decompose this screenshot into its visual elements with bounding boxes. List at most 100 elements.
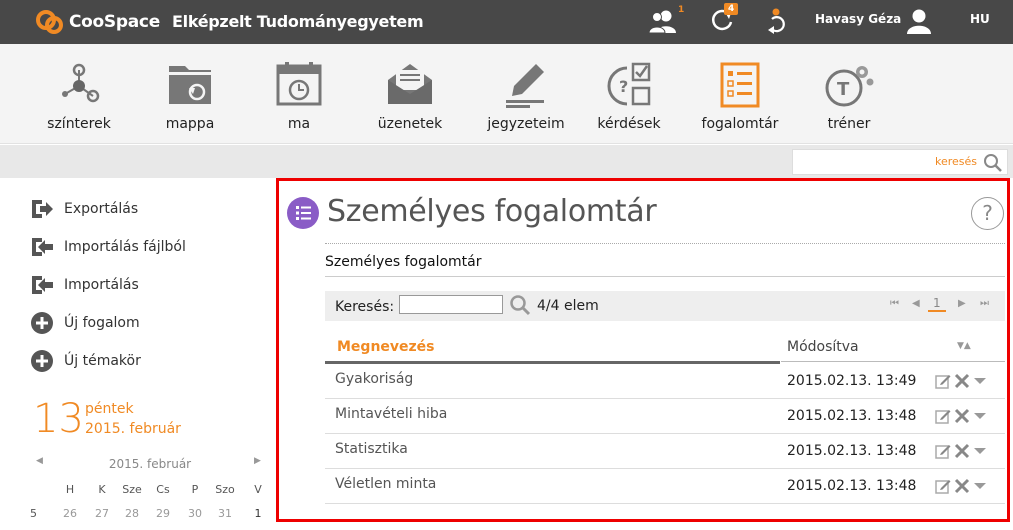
- sidebar-item-label: Importálás fájlból: [64, 239, 186, 255]
- search-label: keresés: [934, 155, 977, 168]
- glossary-name: Személyes fogalomtár: [325, 254, 482, 270]
- last-page-icon[interactable]: ⏭: [980, 298, 989, 309]
- sidebar-item-new-topic[interactable]: Új témakör: [30, 349, 141, 373]
- delete-icon[interactable]: [954, 408, 970, 424]
- prev-page-icon[interactable]: ◀: [912, 298, 920, 309]
- calendar-cell[interactable]: 27: [86, 507, 118, 520]
- envelope-icon: [388, 64, 432, 104]
- table-row[interactable]: Mintavételi hiba 2015.02.13. 13:48: [325, 399, 1005, 434]
- calendar-next-icon[interactable]: ▶: [254, 456, 261, 466]
- tool-trener[interactable]: T tréner: [799, 44, 899, 144]
- app-name: CooSpace: [69, 12, 160, 32]
- term-name[interactable]: Véletlen minta: [335, 476, 436, 492]
- tool-fogalomtar[interactable]: fogalomtár: [690, 44, 790, 144]
- notifications-button[interactable]: [762, 6, 790, 36]
- tool-uzenetek[interactable]: üzenetek: [360, 44, 460, 144]
- app-logo[interactable]: CooSpace: [36, 8, 160, 36]
- sidebar-item-import[interactable]: Importálás: [30, 273, 139, 297]
- calendar-cell[interactable]: 30: [179, 507, 211, 520]
- tool-mappa[interactable]: mappa: [140, 44, 240, 144]
- svg-text:T: T: [837, 79, 850, 100]
- profile-button[interactable]: [905, 6, 933, 36]
- column-header-modified[interactable]: Módosítva: [787, 339, 859, 355]
- sidebar-item-label: Új fogalom: [64, 315, 140, 331]
- delete-icon[interactable]: [954, 373, 970, 389]
- glossary-title-icon: [287, 197, 319, 229]
- sidebar-item-label: Exportálás: [64, 201, 139, 217]
- export-icon: [32, 200, 53, 218]
- more-dropdown-icon[interactable]: [973, 481, 987, 491]
- current-page[interactable]: 1: [928, 296, 946, 312]
- calendar-icon: [276, 62, 322, 106]
- users-button[interactable]: 1: [646, 5, 684, 36]
- edit-icon[interactable]: [935, 478, 951, 494]
- global-search-input[interactable]: [797, 153, 932, 171]
- table-row[interactable]: Véletlen minta 2015.02.13. 13:48: [325, 469, 1005, 504]
- calendar-cell[interactable]: 26: [54, 507, 86, 520]
- term-name[interactable]: Statisztika: [335, 441, 408, 457]
- global-search: keresés: [792, 149, 1008, 175]
- calendar-day-number: 13: [33, 396, 84, 442]
- calendar-dow: H: [65, 483, 75, 496]
- calendar-dow: Sze: [122, 483, 142, 496]
- refresh-button[interactable]: 4: [702, 3, 742, 36]
- tool-ma[interactable]: ma: [249, 44, 349, 144]
- list-icon: [296, 206, 311, 220]
- calendar-cell[interactable]: 1: [242, 507, 274, 520]
- tool-jegyzeteim[interactable]: jegyzeteim: [476, 44, 576, 144]
- term-name[interactable]: Gyakoriság: [335, 371, 413, 387]
- top-bar: CooSpace Elképzelt Tudományegyetem 1 4 H…: [0, 0, 1013, 44]
- sidebar-item-import-file[interactable]: Importálás fájlból: [30, 235, 186, 259]
- calendar-cell[interactable]: 28: [116, 507, 148, 520]
- delete-icon[interactable]: [954, 478, 970, 494]
- header-underline: [781, 361, 1005, 362]
- plus-circle-icon: [31, 312, 53, 334]
- calendar-cell[interactable]: 29: [147, 507, 179, 520]
- glossary-panel: Személyes fogalomtár ? Személyes fogalom…: [276, 178, 1010, 522]
- trainer-icon: T: [825, 66, 874, 107]
- next-page-icon[interactable]: ▶: [958, 298, 966, 309]
- sort-toggle-icon[interactable]: ▼▲: [957, 341, 971, 351]
- list-search-input[interactable]: [399, 295, 503, 314]
- more-dropdown-icon[interactable]: [973, 411, 987, 421]
- calendar-prev-icon[interactable]: ◀: [36, 456, 43, 466]
- table-row[interactable]: Gyakoriság 2015.02.13. 13:49: [325, 364, 1005, 399]
- users-icon: [648, 10, 676, 33]
- tool-szinterek[interactable]: színterek: [29, 44, 129, 144]
- import-icon: [32, 276, 53, 294]
- table-row[interactable]: Statisztika 2015.02.13. 13:48: [325, 434, 1005, 469]
- svg-text:?: ?: [619, 77, 628, 96]
- first-page-icon[interactable]: ⏮: [890, 298, 899, 309]
- pencil-icon: [506, 64, 544, 108]
- edit-icon[interactable]: [935, 443, 951, 459]
- calendar-dow: K: [98, 483, 106, 496]
- calendar-dow: P: [191, 483, 199, 496]
- list-toolbar: Keresés: 4/4 elem ⏮ ◀ 1 ▶ ⏭: [325, 291, 1005, 321]
- delete-icon[interactable]: [954, 443, 970, 459]
- calendar-cell[interactable]: 31: [209, 507, 241, 520]
- edit-icon[interactable]: [935, 408, 951, 424]
- column-header-name[interactable]: Megnevezés: [337, 339, 435, 355]
- sidebar-item-new-term[interactable]: Új fogalom: [30, 311, 140, 335]
- more-dropdown-icon[interactable]: [973, 446, 987, 456]
- search-icon[interactable]: [983, 153, 1003, 173]
- sidebar-item-label: Importálás: [64, 277, 139, 293]
- row-actions: [935, 478, 990, 494]
- tool-label: ma: [287, 116, 311, 132]
- sidebar-item-export[interactable]: Exportálás: [30, 197, 138, 221]
- tool-label: fogalomtár: [701, 116, 779, 132]
- organization-name[interactable]: Elképzelt Tudományegyetem: [172, 12, 424, 31]
- search-icon[interactable]: [509, 294, 531, 316]
- calendar-header: ◀ 2015. február ▶: [30, 456, 270, 474]
- more-dropdown-icon[interactable]: [973, 376, 987, 386]
- tool-kerdesek[interactable]: ? kérdések: [579, 44, 679, 144]
- help-icon[interactable]: ?: [971, 197, 1004, 230]
- user-icon: [907, 9, 931, 34]
- user-name[interactable]: Havasy Géza: [815, 12, 901, 26]
- term-name[interactable]: Mintavételi hiba: [335, 406, 447, 422]
- calendar-dow: Cs: [156, 483, 170, 496]
- term-modified: 2015.02.13. 13:49: [787, 373, 917, 389]
- language-selector[interactable]: HU: [970, 12, 990, 26]
- undo-arrow-icon: [768, 8, 785, 34]
- edit-icon[interactable]: [935, 373, 951, 389]
